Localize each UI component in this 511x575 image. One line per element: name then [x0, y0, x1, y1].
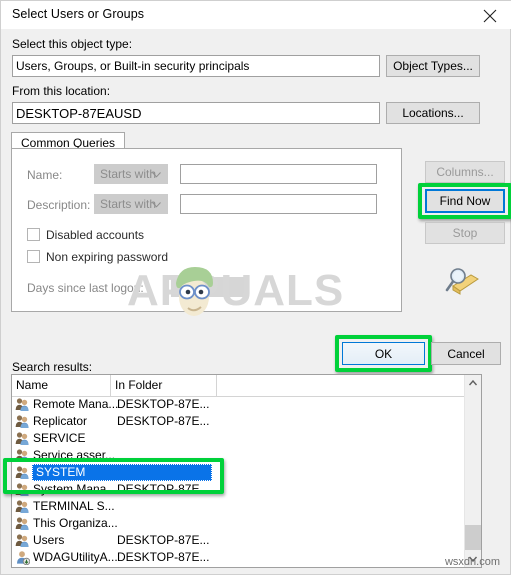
group-icon — [15, 449, 29, 462]
name-operator-value: Starts with — [100, 167, 157, 181]
tab-strip: Common Queries — [11, 132, 402, 153]
select-users-or-groups-dialog: Select Users or Groups Select this objec… — [0, 0, 511, 575]
group-icon — [15, 500, 29, 513]
group-icon — [15, 483, 29, 496]
result-folder: DESKTOP-87E... — [117, 533, 210, 547]
table-row[interactable]: Users DESKTOP-87E... — [12, 532, 467, 549]
result-folder: DESKTOP-87E... — [117, 397, 210, 411]
group-icon — [15, 533, 30, 548]
non-expiring-password-label: Non expiring password — [46, 250, 169, 264]
cancel-button[interactable]: Cancel — [431, 342, 501, 365]
result-name: Users — [33, 533, 65, 547]
result-row-selected[interactable]: SYSTEM — [12, 464, 467, 481]
stop-button[interactable]: Stop — [425, 222, 505, 244]
name-label: Name: — [27, 168, 63, 182]
search-results-list[interactable]: Name In Folder Remote Mana... DESKTOP-87E… — [11, 374, 482, 568]
ok-button[interactable]: OK — [342, 342, 425, 365]
result-name: System Mana... — [33, 482, 117, 496]
result-name: Remote Mana... — [33, 397, 119, 411]
table-row[interactable]: WDAGUtilityA... DESKTOP-87E... — [12, 549, 467, 566]
non-expiring-password-checkbox[interactable] — [27, 250, 40, 263]
group-icon — [15, 465, 30, 480]
column-header-filler — [217, 375, 467, 396]
disabled-accounts-label: Disabled accounts — [46, 228, 145, 242]
chevron-up-glyph — [468, 379, 478, 386]
table-row[interactable]: TERMINAL S... — [12, 498, 467, 515]
group-icon — [15, 499, 30, 514]
result-name: SYSTEM — [36, 465, 86, 479]
group-icon — [15, 398, 29, 411]
result-name: SERVICE — [33, 431, 86, 445]
column-header-name[interactable]: Name — [12, 375, 111, 396]
days-since-last-logon-label: Days since last logon: — [27, 281, 144, 295]
disabled-accounts-checkbox[interactable] — [27, 228, 40, 241]
object-type-label: Select this object type: — [12, 37, 133, 51]
object-type-input[interactable] — [12, 55, 380, 77]
user-icon — [17, 551, 31, 566]
close-icon[interactable] — [468, 1, 511, 29]
table-row[interactable]: Replicator DESKTOP-87E... — [12, 413, 467, 430]
window-title: Select Users or Groups — [12, 7, 145, 21]
list-column-headers: Name In Folder — [12, 375, 481, 397]
result-name: TERMINAL S... — [33, 499, 115, 513]
group-icon — [15, 466, 29, 479]
result-name: Replicator — [33, 414, 88, 428]
chevron-down-icon — [152, 172, 161, 178]
group-icon — [15, 534, 29, 547]
group-icon — [15, 482, 30, 497]
result-name: WDAGUtilityA... — [33, 550, 118, 564]
table-row[interactable]: This Organiza... — [12, 515, 467, 532]
object-types-button[interactable]: Object Types... — [386, 55, 480, 77]
magnifier-folder-icon — [445, 268, 479, 295]
result-rows: Remote Mana... DESKTOP-87E... Replicator D… — [12, 396, 467, 566]
search-results-label: Search results: — [12, 360, 93, 374]
table-row[interactable]: Remote Mana... DESKTOP-87E... — [12, 396, 467, 413]
scroll-thumb[interactable] — [465, 525, 481, 550]
description-operator-value: Starts with — [100, 197, 157, 211]
group-icon — [15, 517, 29, 530]
group-icon — [15, 415, 29, 428]
location-input[interactable] — [12, 102, 380, 124]
location-label: From this location: — [12, 84, 111, 98]
days-since-last-logon-combobox[interactable] — [171, 277, 245, 297]
result-folder: DESKTOP-87E... — [117, 550, 210, 564]
table-row[interactable]: Service asser... — [12, 447, 467, 464]
description-label: Description: — [27, 198, 91, 212]
description-operator-combobox[interactable]: Starts with — [94, 194, 168, 214]
find-now-button[interactable]: Find Now — [425, 189, 505, 213]
group-icon — [15, 448, 30, 463]
name-value-input[interactable] — [180, 164, 377, 184]
columns-button[interactable]: Columns... — [425, 161, 505, 183]
chevron-down-icon — [152, 202, 161, 208]
close-glyph — [483, 9, 497, 23]
result-name: Service asser... — [33, 448, 116, 462]
title-bar: Select Users or Groups — [1, 1, 511, 29]
list-vertical-scrollbar[interactable] — [464, 375, 481, 567]
group-icon — [15, 432, 29, 445]
wsxdn-watermark: wsxdn.com — [444, 556, 500, 568]
table-row[interactable]: System Mana... DESKTOP-87E... — [12, 481, 467, 498]
result-name: This Organiza... — [33, 516, 118, 530]
column-header-in-folder[interactable]: In Folder — [111, 375, 217, 396]
group-icon — [15, 414, 30, 429]
group-icon — [15, 516, 30, 531]
group-icon — [15, 431, 30, 446]
description-value-input[interactable] — [180, 194, 377, 214]
locations-button[interactable]: Locations... — [386, 102, 480, 124]
scroll-up-arrow-icon[interactable] — [465, 375, 481, 392]
result-folder: DESKTOP-87E... — [117, 482, 210, 496]
group-icon — [15, 397, 30, 412]
name-operator-combobox[interactable]: Starts with — [94, 164, 168, 184]
table-row[interactable]: SERVICE — [12, 430, 467, 447]
user-icon — [15, 550, 31, 566]
result-folder: DESKTOP-87E... — [117, 414, 210, 428]
